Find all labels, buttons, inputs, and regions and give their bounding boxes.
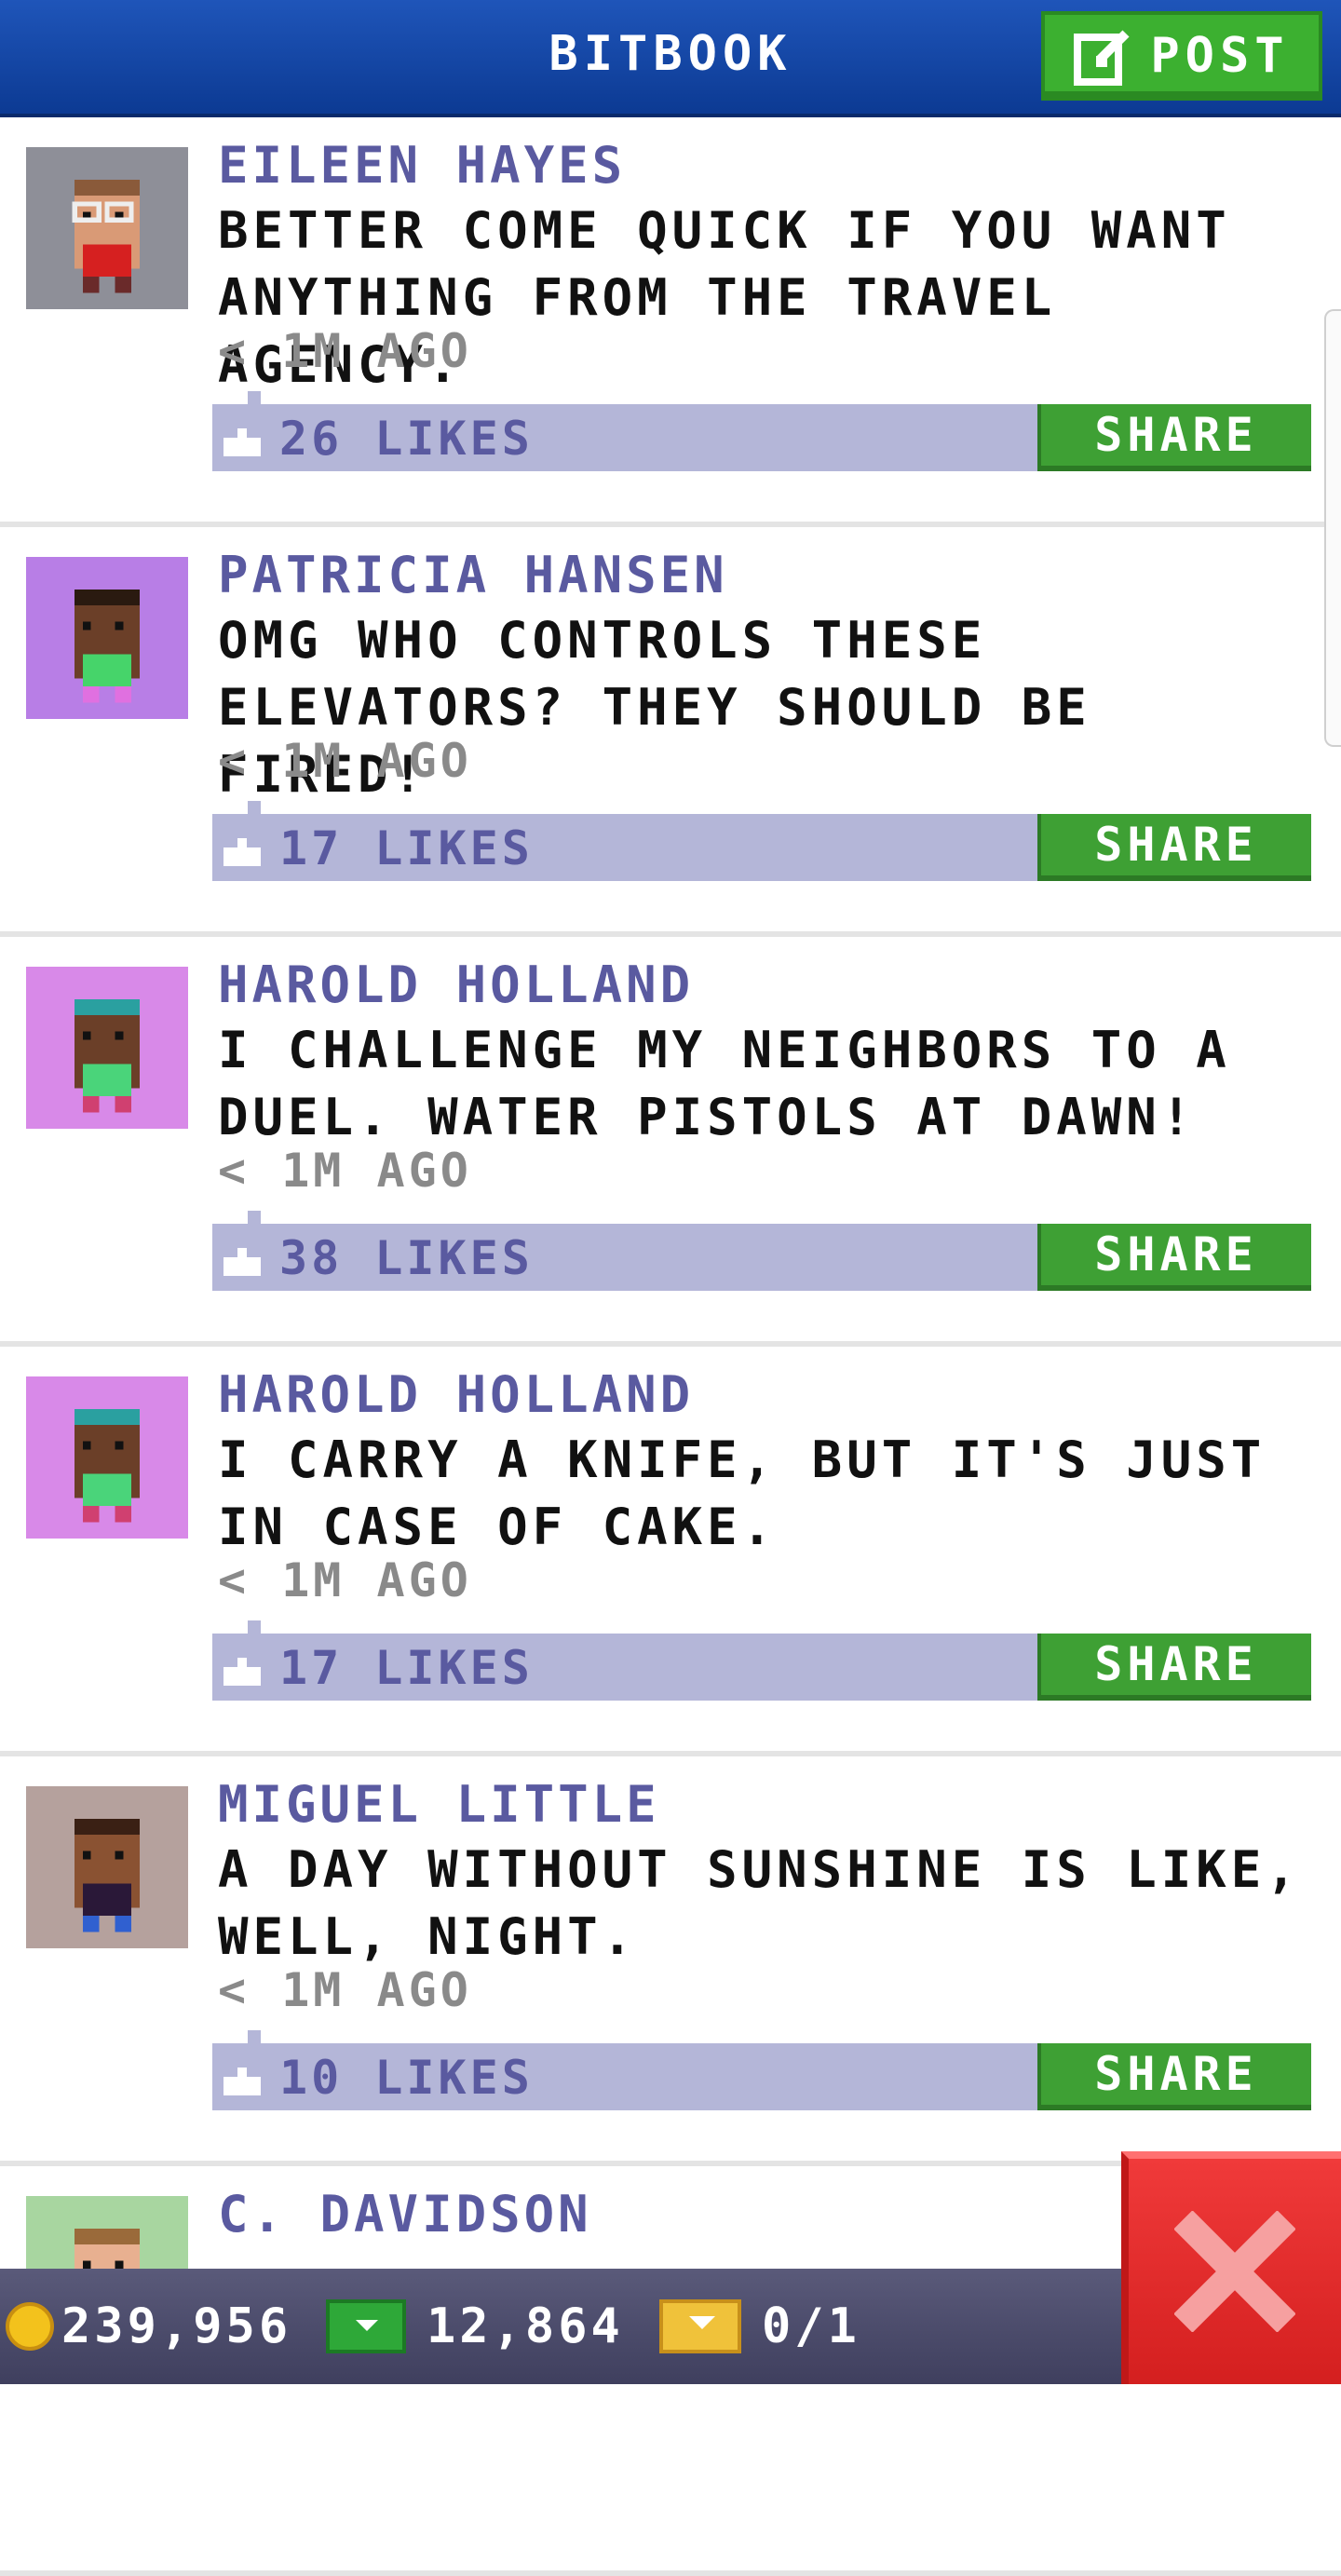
likes-count: 26 LIKES (279, 412, 534, 466)
coins-value: 239,956 (61, 2298, 292, 2354)
avatar[interactable] (26, 967, 188, 1129)
feed-post: HAROLD HOLLAND I CHALLENGE MY NEIGHBORS T… (0, 937, 1341, 1347)
likes-count: 38 LIKES (279, 1231, 534, 1285)
likes-bar[interactable]: 10 LIKES SHARE (212, 2030, 1311, 2110)
scrollbar[interactable] (1324, 309, 1341, 747)
bux-value: 12,864 (427, 2298, 624, 2354)
post-message: A DAY WITHOUT SUNSHINE IS LIKE, WELL, NI… (218, 1840, 1301, 1966)
post-author[interactable]: HAROLD HOLLAND (218, 1365, 694, 1424)
post-button[interactable]: POST (1041, 11, 1322, 101)
post-author[interactable]: EILEEN HAYES (218, 136, 626, 195)
close-icon (1174, 2211, 1295, 2332)
tickets-stat[interactable]: 0/1 (659, 2269, 860, 2384)
post-time: < 1M AGO (218, 734, 472, 788)
likes-count: 17 LIKES (279, 1641, 534, 1695)
avatar[interactable] (26, 147, 188, 309)
post-time: < 1M AGO (218, 1553, 472, 1607)
ticket-icon (659, 2299, 741, 2353)
share-button[interactable]: SHARE (1037, 404, 1311, 471)
share-button[interactable]: SHARE (1037, 1634, 1311, 1701)
post-time: < 1M AGO (218, 1963, 472, 2017)
thumb-up-icon (224, 428, 261, 456)
tickets-value: 0/1 (762, 2298, 860, 2354)
app-header: BITBOOK POST (0, 0, 1341, 117)
cash-icon (326, 2299, 406, 2353)
likes-bar[interactable]: 38 LIKES SHARE (212, 1211, 1311, 1291)
bux-stat: 12,864 (326, 2269, 624, 2384)
avatar[interactable] (26, 1376, 188, 1539)
post-author[interactable]: HAROLD HOLLAND (218, 956, 694, 1014)
feed-post: HAROLD HOLLAND I CARRY A KNIFE, BUT IT'S … (0, 1347, 1341, 1756)
post-message: I CHALLENGE MY NEIGHBORS TO A DUEL. WATE… (218, 1021, 1231, 1146)
feed-post: PATRICIA HANSEN OMG WHO CONTROLS THESE EL… (0, 527, 1341, 937)
likes-count: 10 LIKES (279, 2051, 534, 2105)
post-button-label: POST (1150, 28, 1290, 84)
share-button[interactable]: SHARE (1037, 1224, 1311, 1291)
post-author[interactable]: C. DAVIDSON (218, 2185, 592, 2244)
post-message: I CARRY A KNIFE, BUT IT'S JUST IN CASE O… (218, 1430, 1266, 1556)
share-button[interactable]: SHARE (1037, 2043, 1311, 2110)
thumb-up-icon (224, 1658, 261, 1686)
thumb-up-icon (224, 2068, 261, 2095)
likes-count: 17 LIKES (279, 821, 534, 875)
close-button[interactable] (1121, 2151, 1341, 2384)
likes-bar[interactable]: 26 LIKES SHARE (212, 391, 1311, 471)
thumb-up-icon (224, 838, 261, 866)
post-author[interactable]: PATRICIA HANSEN (218, 546, 728, 604)
avatar[interactable] (26, 1786, 188, 1948)
edit-icon (1074, 30, 1130, 86)
post-time: < 1M AGO (218, 324, 472, 378)
share-button[interactable]: SHARE (1037, 814, 1311, 881)
likes-bar[interactable]: 17 LIKES SHARE (212, 1620, 1311, 1701)
avatar[interactable] (26, 557, 188, 719)
coin-icon (6, 2302, 54, 2351)
likes-bar[interactable]: 17 LIKES SHARE (212, 801, 1311, 881)
post-author[interactable]: MIGUEL LITTLE (218, 1775, 660, 1834)
coins-stat: 239,956 (6, 2269, 291, 2384)
post-time: < 1M AGO (218, 1144, 472, 1198)
feed-post: EILEEN HAYES BETTER COME QUICK IF YOU WAN… (0, 117, 1341, 527)
thumb-up-icon (224, 1248, 261, 1276)
feed-post: MIGUEL LITTLE A DAY WITHOUT SUNSHINE IS L… (0, 1756, 1341, 2166)
